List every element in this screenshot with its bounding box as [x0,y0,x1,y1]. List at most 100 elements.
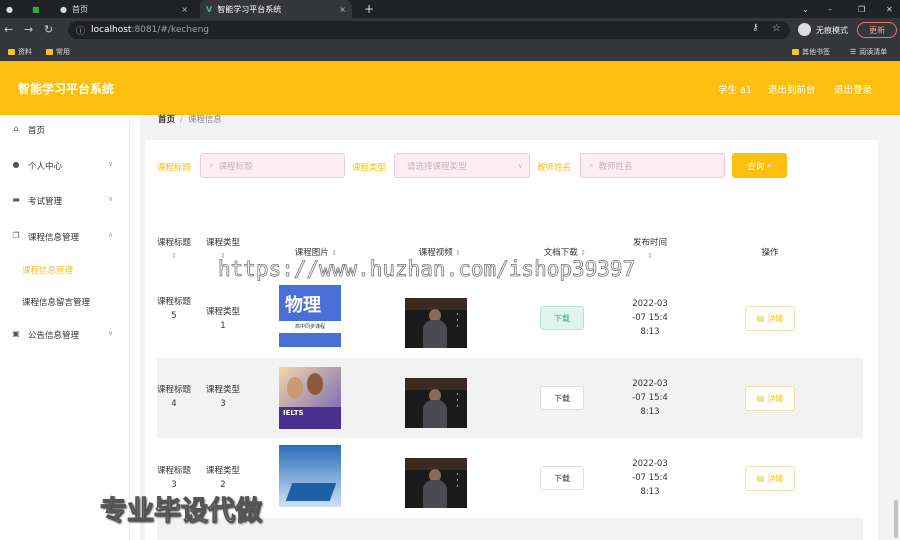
more-icon[interactable]: · · · [456,311,459,332]
cell-type-num: 3 [220,399,226,409]
teacher-input[interactable]: ⌕ 教师姓名 [580,153,725,178]
sidebar-item-label: 公告信息管理 [28,331,80,341]
more-icon[interactable]: · · · [456,471,459,492]
cell-title-num: 5 [171,311,177,321]
minimize-icon[interactable]: – [822,0,836,18]
tab-favicon-1[interactable]: ● [0,0,22,18]
breadcrumb-sep: / [180,115,183,125]
sidebar-item-notice[interactable]: ▣ 公告信息管理 ∨ [0,325,130,345]
sidebar-item-course[interactable]: ❐ 课程信息管理 ∧ [0,227,130,247]
sidebar-item-personal[interactable]: ● 个人中心 ∨ [0,156,130,176]
folder-icon [46,49,53,55]
sidebar-subitem-course-comments[interactable]: 课程信息留言管理 [22,296,90,308]
bookmarks-bar: 资料 常用 其他书签 ☰ 阅读清单 [0,42,900,61]
tab-active[interactable]: V 智能学习平台系统 × [200,0,352,18]
detail-label: 详情 [767,314,784,323]
cell-title-text: 课程标题 [157,466,192,476]
bookmark-item[interactable]: 资料 [8,47,32,57]
bookmark-other[interactable]: 其他书签 [792,47,830,57]
url-path: :8081/#/kecheng [131,25,209,35]
th-title[interactable]: 课程标题 ⇕ [156,237,192,263]
course-video[interactable]: · · · [405,298,467,348]
chevron-down-icon: ∨ [517,161,523,170]
th-time-label: 发布时间 [632,238,667,248]
detail-button[interactable]: ▤ 详情 [745,306,795,331]
bookmark-label: 资料 [18,48,32,56]
cell-type-num: 1 [220,321,226,331]
chevron-down-icon: ∨ [108,195,114,203]
download-button[interactable]: 下载 [540,466,584,490]
th-actions: 操作 [761,248,779,258]
course-video[interactable]: · · · [405,378,467,428]
sidebar-item-exam[interactable]: ▬ 考试管理 ∨ [0,191,130,211]
sidebar-subitem-course[interactable]: 课程信息管理 [22,264,73,276]
course-cover-image: IELTS [279,367,341,429]
title-input[interactable]: ⌕ 课程标题 [200,153,345,178]
table-row: 课程标题 4 课程类型 3 IELTS · · · 下载 2022-03 -07 15:4… [157,358,863,438]
cell-type-text: 课程类型 [205,385,240,395]
detail-button[interactable]: ▤ 详情 [745,466,795,491]
clipboard-icon: ▣ [12,329,20,338]
query-button[interactable]: 查询 ⌕ [732,153,787,178]
close-icon[interactable]: × [181,5,188,14]
type-placeholder: 请选择课程类型 [407,161,467,172]
sidebar-item-label: 课程信息管理 [28,233,80,243]
sort-icon: ⇕ [331,249,338,257]
time-line3: 8:13 [640,487,660,497]
cell-title: 课程标题 3 [157,464,191,492]
table-row: 课程标题 3 课程类型 2 · · · 下载 2022-03 -07 15:4 8:13 ▤… [157,438,863,518]
cell-type: 课程类型 1 [201,305,245,333]
cell-time: 2022-03 -07 15:4 8:13 [620,297,680,339]
chevron-down-icon[interactable]: ⌄ [796,0,810,18]
breadcrumb-home[interactable]: 首页 [158,115,175,125]
detail-label: 详情 [767,474,784,483]
type-select[interactable]: 请选择课程类型 ∨ [394,153,530,178]
cover-title: 物理 [285,295,321,316]
sidebar-item-home[interactable]: ⌂ 首页 [0,120,130,140]
star-icon[interactable]: ☆ [772,23,781,34]
maximize-icon[interactable]: ❐ [852,0,866,18]
address-bar: ← → ↻ ⓘ localhost :8081/#/kecheng ⚷ ☆ 无痕… [0,18,900,42]
tab-home[interactable]: ● 首页 × [54,0,194,18]
window-close-icon[interactable]: ✕ [880,0,894,18]
tab-active-label: 智能学习平台系统 [217,4,282,14]
sidebar-item-label: 考试管理 [28,197,63,207]
scrollbar-thumb[interactable] [894,500,898,538]
time-line2: -07 15:4 [632,473,668,483]
incognito-icon [798,23,811,36]
download-button[interactable]: 下载 [540,306,584,330]
scrollbar[interactable] [892,115,900,540]
detail-button[interactable]: ▤ 详情 [745,386,795,411]
front-link[interactable]: 退出到前台 [768,82,816,96]
forward-icon[interactable]: → [24,23,33,36]
download-button[interactable]: 下载 [540,386,584,410]
breadcrumb: 首页 / 课程信息 [158,113,222,125]
logout-link[interactable]: 退出登录 [834,82,872,96]
more-icon[interactable]: · · · [456,391,459,412]
cover-subtitle: 高中同步课程 [279,321,341,333]
bookmark-item[interactable]: 常用 [46,47,70,57]
course-cover-image [279,445,341,507]
tab-favicon-2[interactable]: ■ [26,0,48,18]
close-icon[interactable]: × [339,5,346,14]
update-button[interactable]: 更新 [857,22,897,38]
url-input[interactable]: ⓘ localhost :8081/#/kecheng [68,21,790,39]
time-line3: 8:13 [640,407,660,417]
course-video[interactable]: · · · [405,458,467,508]
back-icon[interactable]: ← [4,23,13,36]
detail-icon: ▤ [756,394,765,403]
update-label: 更新 [869,25,885,35]
cell-type: 课程类型 2 [201,464,245,492]
cell-time: 2022-03 -07 15:4 8:13 [620,457,680,499]
new-tab-button[interactable]: + [358,0,378,18]
reading-list[interactable]: ☰ 阅读清单 [850,47,887,57]
watermark-text: https://www.huzhan.com/ishop39397 [218,257,636,282]
cell-title-text: 课程标题 [157,297,192,307]
folder-icon [792,49,799,55]
type-label: 课程类型 [352,163,387,173]
title-placeholder: 课程标题 [218,161,253,172]
search-icon: ⌕ [209,160,214,170]
browser-tab-bar: ● ■ ● 首页 × V 智能学习平台系统 × + ⌄ – ❐ ✕ [0,0,900,18]
key-icon[interactable]: ⚷ [752,23,759,33]
reload-icon[interactable]: ↻ [44,23,53,36]
